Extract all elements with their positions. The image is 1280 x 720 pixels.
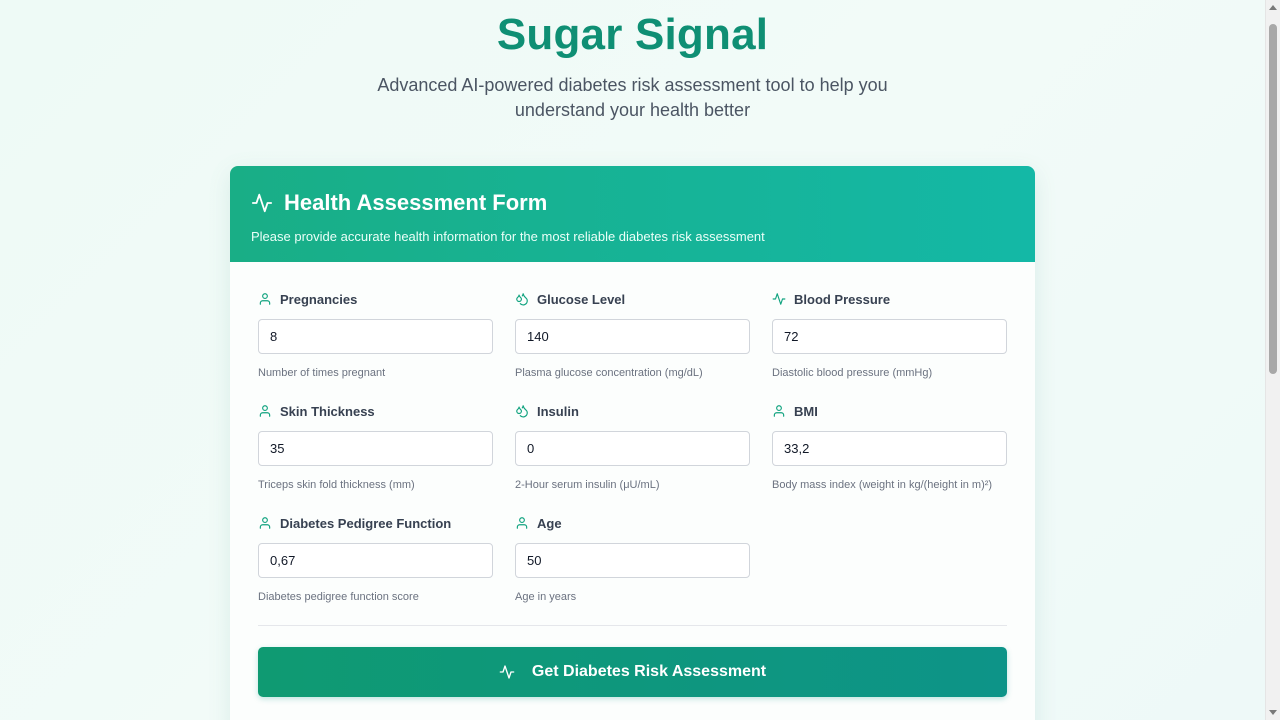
- scrollbar-thumb[interactable]: [1269, 24, 1277, 374]
- page-title: Sugar Signal: [496, 10, 769, 59]
- user-icon: [773, 405, 785, 417]
- field-diabetes-pedigree: Diabetes Pedigree Function Diabetes pedi…: [258, 514, 493, 626]
- pregnancies-input[interactable]: [258, 319, 493, 354]
- assessment-card: Health Assessment Form Please provide ac…: [230, 166, 1035, 720]
- user-icon: [259, 293, 271, 305]
- field-label: Blood Pressure: [794, 291, 891, 307]
- get-assessment-button[interactable]: Get Diabetes Risk Assessment: [258, 647, 1007, 697]
- user-icon: [259, 405, 271, 417]
- field-help: Age in years: [515, 591, 577, 603]
- field-age: Age Age in years: [515, 514, 750, 626]
- field-skin-thickness: Skin Thickness Triceps skin fold thickne…: [258, 402, 493, 514]
- field-help: Number of times pregnant: [258, 367, 386, 379]
- field-help: Body mass index (weight in kg/(height in…: [772, 479, 993, 491]
- field-label: Glucose Level: [537, 291, 626, 307]
- activity-icon: [251, 193, 273, 213]
- blood-pressure-input[interactable]: [772, 319, 1007, 354]
- field-help: 2-Hour serum insulin (μU/mL): [515, 479, 660, 491]
- user-icon: [516, 517, 528, 529]
- card-header: Health Assessment Form Please provide ac…: [230, 166, 1035, 262]
- age-input[interactable]: [515, 543, 750, 578]
- field-glucose-level: Glucose Level Plasma glucose concentrati…: [515, 290, 750, 402]
- field-label: Diabetes Pedigree Function: [280, 515, 452, 531]
- field-blood-pressure: Blood Pressure Diastolic blood pressure …: [772, 290, 1007, 402]
- droplets-icon: [516, 405, 528, 418]
- field-help: Triceps skin fold thickness (mm): [258, 479, 415, 491]
- page: Sugar Signal Advanced AI-powered diabete…: [0, 0, 1265, 720]
- pedigree-input[interactable]: [258, 543, 493, 578]
- submit-button-label: Get Diabetes Risk Assessment: [531, 663, 767, 680]
- droplets-icon: [516, 293, 528, 306]
- insulin-input[interactable]: [515, 431, 750, 466]
- bmi-input[interactable]: [772, 431, 1007, 466]
- form-title: Health Assessment Form: [284, 190, 548, 215]
- skin-thickness-input[interactable]: [258, 431, 493, 466]
- field-label: Skin Thickness: [280, 403, 375, 419]
- scroll-up-arrow-icon[interactable]: [1269, 5, 1277, 10]
- form-divider: [258, 625, 1007, 626]
- activity-icon: [499, 665, 515, 679]
- page-scrollbar[interactable]: [1265, 0, 1280, 720]
- scroll-down-arrow-icon[interactable]: [1269, 710, 1277, 715]
- field-help: Diastolic blood pressure (mmHg): [772, 367, 933, 379]
- field-insulin: Insulin 2-Hour serum insulin (μU/mL): [515, 402, 750, 514]
- field-label: Age: [537, 515, 562, 531]
- page-subtitle: Advanced AI-powered diabetes risk assess…: [377, 75, 888, 120]
- form-grid: Pregnancies Number of times pregnant Glu…: [258, 290, 1007, 626]
- glucose-input[interactable]: [515, 319, 750, 354]
- field-help: Diabetes pedigree function score: [258, 591, 419, 603]
- field-help: Plasma glucose concentration (mg/dL): [515, 367, 703, 379]
- field-label: BMI: [794, 403, 818, 419]
- form-description: Please provide accurate health informati…: [251, 229, 765, 244]
- field-pregnancies: Pregnancies Number of times pregnant: [258, 290, 493, 402]
- activity-icon: [772, 293, 786, 305]
- field-label: Pregnancies: [280, 291, 358, 307]
- field-label: Insulin: [537, 403, 579, 419]
- user-icon: [259, 517, 271, 529]
- field-bmi: BMI Body mass index (weight in kg/(heigh…: [772, 402, 1007, 514]
